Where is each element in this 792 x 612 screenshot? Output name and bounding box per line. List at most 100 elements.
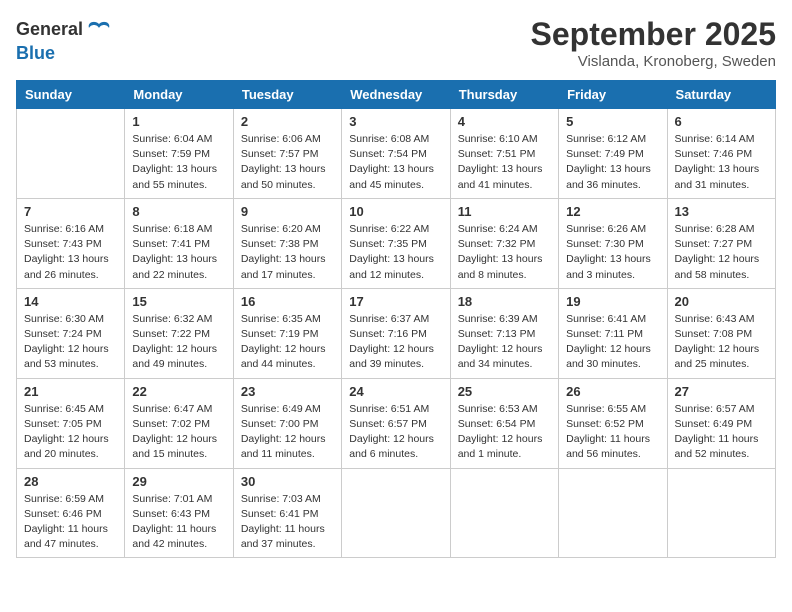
weekday-header: Thursday xyxy=(450,81,558,109)
day-number: 1 xyxy=(132,114,225,129)
day-info: Sunrise: 6:18 AM Sunset: 7:41 PM Dayligh… xyxy=(132,222,225,283)
day-info: Sunrise: 7:01 AM Sunset: 6:43 PM Dayligh… xyxy=(132,492,225,553)
day-info: Sunrise: 6:12 AM Sunset: 7:49 PM Dayligh… xyxy=(566,132,659,193)
weekday-header: Monday xyxy=(125,81,233,109)
calendar-cell: 20Sunrise: 6:43 AM Sunset: 7:08 PM Dayli… xyxy=(667,288,775,378)
day-info: Sunrise: 6:32 AM Sunset: 7:22 PM Dayligh… xyxy=(132,312,225,373)
day-number: 22 xyxy=(132,384,225,399)
calendar-cell: 3 Sunrise: 6:08 AM Sunset: 7:54 PM Daylig… xyxy=(342,109,450,199)
day-info: Sunrise: 6:55 AM Sunset: 6:52 PM Dayligh… xyxy=(566,402,659,463)
day-number: 5 xyxy=(566,114,659,129)
calendar-cell: 18 Sunrise: 6:39 AM Sunset: 7:13 PM Dayli… xyxy=(450,288,558,378)
day-info: Sunrise: 7:03 AM Sunset: 6:41 PM Dayligh… xyxy=(241,492,334,553)
day-info: Sunrise: 6:30 AM Sunset: 7:24 PM Dayligh… xyxy=(24,312,117,373)
calendar-cell: 21 Sunrise: 6:45 AM Sunset: 7:05 PM Dayli… xyxy=(17,378,125,468)
day-number: 29 xyxy=(132,474,225,489)
day-info: Sunrise: 6:49 AM Sunset: 7:00 PM Dayligh… xyxy=(241,402,334,463)
day-number: 21 xyxy=(24,384,117,399)
day-number: 10 xyxy=(349,204,442,219)
calendar-cell: 6 Sunrise: 6:14 AM Sunset: 7:46 PM Daylig… xyxy=(667,109,775,199)
calendar-cell: 22Sunrise: 6:47 AM Sunset: 7:02 PM Dayli… xyxy=(125,378,233,468)
calendar-header-row: SundayMondayTuesdayWednesdayThursdayFrid… xyxy=(17,81,776,109)
header: General Blue September 2025 Vislanda, Kr… xyxy=(16,16,776,70)
day-info: Sunrise: 6:24 AM Sunset: 7:32 PM Dayligh… xyxy=(458,222,551,283)
day-number: 18 xyxy=(458,294,551,309)
day-number: 14 xyxy=(24,294,117,309)
day-info: Sunrise: 6:39 AM Sunset: 7:13 PM Dayligh… xyxy=(458,312,551,373)
calendar-cell: 12 Sunrise: 6:26 AM Sunset: 7:30 PM Dayli… xyxy=(559,198,667,288)
day-info: Sunrise: 6:10 AM Sunset: 7:51 PM Dayligh… xyxy=(458,132,551,193)
weekday-header: Wednesday xyxy=(342,81,450,109)
day-number: 30 xyxy=(241,474,334,489)
calendar-cell: 26 Sunrise: 6:55 AM Sunset: 6:52 PM Dayli… xyxy=(559,378,667,468)
logo-blue: Blue xyxy=(16,43,55,63)
calendar-table: SundayMondayTuesdayWednesdayThursdayFrid… xyxy=(16,80,776,558)
calendar-cell: 30 Sunrise: 7:03 AM Sunset: 6:41 PM Dayli… xyxy=(233,468,341,558)
day-number: 19 xyxy=(566,294,659,309)
day-info: Sunrise: 6:51 AM Sunset: 6:57 PM Dayligh… xyxy=(349,402,442,463)
day-info: Sunrise: 6:08 AM Sunset: 7:54 PM Dayligh… xyxy=(349,132,442,193)
calendar-cell: 25 Sunrise: 6:53 AM Sunset: 6:54 PM Dayli… xyxy=(450,378,558,468)
calendar-cell: 5 Sunrise: 6:12 AM Sunset: 7:49 PM Daylig… xyxy=(559,109,667,199)
day-number: 2 xyxy=(241,114,334,129)
day-info: Sunrise: 6:41 AM Sunset: 7:11 PM Dayligh… xyxy=(566,312,659,373)
day-info: Sunrise: 6:22 AM Sunset: 7:35 PM Dayligh… xyxy=(349,222,442,283)
calendar-cell: 19 Sunrise: 6:41 AM Sunset: 7:11 PM Dayli… xyxy=(559,288,667,378)
calendar-cell: 11 Sunrise: 6:24 AM Sunset: 7:32 PM Dayli… xyxy=(450,198,558,288)
calendar-cell xyxy=(559,468,667,558)
calendar-cell: 29 Sunrise: 7:01 AM Sunset: 6:43 PM Dayli… xyxy=(125,468,233,558)
logo-general: General xyxy=(16,20,83,40)
calendar-cell xyxy=(17,109,125,199)
month-title: September 2025 xyxy=(531,16,776,53)
calendar-cell: 2Sunrise: 6:06 AM Sunset: 7:57 PM Daylig… xyxy=(233,109,341,199)
day-info: Sunrise: 6:59 AM Sunset: 6:46 PM Dayligh… xyxy=(24,492,117,553)
calendar-cell: 1 Sunrise: 6:04 AM Sunset: 7:59 PM Daylig… xyxy=(125,109,233,199)
calendar-cell: 16 Sunrise: 6:35 AM Sunset: 7:19 PM Dayli… xyxy=(233,288,341,378)
calendar-cell: 23 Sunrise: 6:49 AM Sunset: 7:00 PM Dayli… xyxy=(233,378,341,468)
day-number: 25 xyxy=(458,384,551,399)
day-info: Sunrise: 6:14 AM Sunset: 7:46 PM Dayligh… xyxy=(675,132,768,193)
calendar-cell: 9 Sunrise: 6:20 AM Sunset: 7:38 PM Daylig… xyxy=(233,198,341,288)
logo: General Blue xyxy=(16,16,113,64)
calendar-cell: 28 Sunrise: 6:59 AM Sunset: 6:46 PM Dayli… xyxy=(17,468,125,558)
day-number: 27 xyxy=(675,384,768,399)
calendar-week-row: 7 Sunrise: 6:16 AM Sunset: 7:43 PM Daylig… xyxy=(17,198,776,288)
day-number: 17 xyxy=(349,294,442,309)
day-number: 28 xyxy=(24,474,117,489)
day-number: 13 xyxy=(675,204,768,219)
day-info: Sunrise: 6:35 AM Sunset: 7:19 PM Dayligh… xyxy=(241,312,334,373)
calendar-cell: 27 Sunrise: 6:57 AM Sunset: 6:49 PM Dayli… xyxy=(667,378,775,468)
day-number: 4 xyxy=(458,114,551,129)
day-number: 6 xyxy=(675,114,768,129)
day-number: 12 xyxy=(566,204,659,219)
calendar-cell: 7 Sunrise: 6:16 AM Sunset: 7:43 PM Daylig… xyxy=(17,198,125,288)
calendar-cell: 14 Sunrise: 6:30 AM Sunset: 7:24 PM Dayli… xyxy=(17,288,125,378)
day-info: Sunrise: 6:57 AM Sunset: 6:49 PM Dayligh… xyxy=(675,402,768,463)
calendar-cell xyxy=(667,468,775,558)
calendar-week-row: 21 Sunrise: 6:45 AM Sunset: 7:05 PM Dayli… xyxy=(17,378,776,468)
calendar-cell: 24Sunrise: 6:51 AM Sunset: 6:57 PM Dayli… xyxy=(342,378,450,468)
calendar-cell xyxy=(450,468,558,558)
calendar-cell: 10 Sunrise: 6:22 AM Sunset: 7:35 PM Dayli… xyxy=(342,198,450,288)
day-number: 7 xyxy=(24,204,117,219)
day-number: 11 xyxy=(458,204,551,219)
day-number: 9 xyxy=(241,204,334,219)
location-subtitle: Vislanda, Kronoberg, Sweden xyxy=(531,53,776,70)
calendar-cell: 13Sunrise: 6:28 AM Sunset: 7:27 PM Dayli… xyxy=(667,198,775,288)
day-info: Sunrise: 6:26 AM Sunset: 7:30 PM Dayligh… xyxy=(566,222,659,283)
day-number: 26 xyxy=(566,384,659,399)
weekday-header: Sunday xyxy=(17,81,125,109)
day-info: Sunrise: 6:04 AM Sunset: 7:59 PM Dayligh… xyxy=(132,132,225,193)
calendar-cell: 15Sunrise: 6:32 AM Sunset: 7:22 PM Dayli… xyxy=(125,288,233,378)
day-number: 23 xyxy=(241,384,334,399)
day-info: Sunrise: 6:53 AM Sunset: 6:54 PM Dayligh… xyxy=(458,402,551,463)
calendar-week-row: 28 Sunrise: 6:59 AM Sunset: 6:46 PM Dayli… xyxy=(17,468,776,558)
day-number: 16 xyxy=(241,294,334,309)
calendar-week-row: 14 Sunrise: 6:30 AM Sunset: 7:24 PM Dayli… xyxy=(17,288,776,378)
day-info: Sunrise: 6:20 AM Sunset: 7:38 PM Dayligh… xyxy=(241,222,334,283)
day-number: 3 xyxy=(349,114,442,129)
weekday-header: Tuesday xyxy=(233,81,341,109)
day-info: Sunrise: 6:16 AM Sunset: 7:43 PM Dayligh… xyxy=(24,222,117,283)
day-info: Sunrise: 6:45 AM Sunset: 7:05 PM Dayligh… xyxy=(24,402,117,463)
calendar-cell xyxy=(342,468,450,558)
